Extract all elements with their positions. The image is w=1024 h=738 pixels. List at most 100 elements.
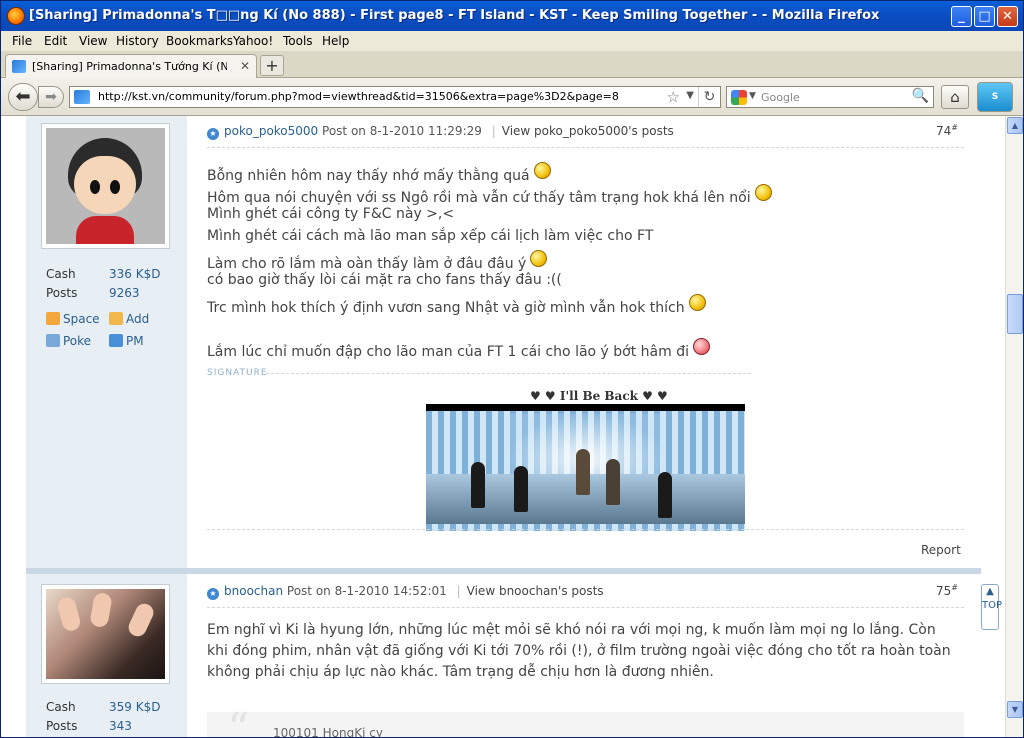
forward-button[interactable]: ➡ [38, 86, 64, 108]
avatar-photo-image [46, 589, 165, 679]
url-text[interactable]: http://kst.vn/community/forum.php?mod=vi… [98, 90, 619, 103]
post-message: Em nghĩ vì Ki là hyung lớn, những lúc mệ… [207, 622, 951, 680]
signature-banner-image [426, 404, 745, 531]
header-divider [207, 147, 964, 148]
scroll-thumb[interactable] [1007, 294, 1023, 334]
posts-value[interactable]: 343 [109, 719, 132, 733]
emoticon-icon [688, 294, 706, 311]
floor-number[interactable]: 74# [936, 123, 958, 138]
post-footer-divider [207, 529, 964, 530]
tab-close-icon[interactable]: ✕ [240, 59, 250, 73]
view-author-posts-link[interactable]: View poko_poko5000's posts [502, 124, 674, 138]
back-to-top-button[interactable]: ▲ TOP [981, 584, 1002, 630]
menu-edit[interactable]: Edit [44, 34, 67, 48]
site-favicon-icon [12, 60, 26, 73]
search-bar[interactable]: ▼ Google 🔍 [726, 86, 934, 108]
handshake-icon [109, 312, 123, 325]
cash-label: Cash [46, 700, 76, 714]
search-placeholder[interactable]: Google [761, 91, 800, 104]
posts-label: Posts [46, 286, 78, 300]
pm-link[interactable]: PM [109, 334, 144, 348]
post-time: Post on 8-1-2010 14:52:01 [286, 584, 447, 598]
reload-icon[interactable]: ↻ [698, 87, 720, 107]
online-status-icon: ★ [207, 128, 219, 140]
online-status-icon: ★ [207, 588, 219, 600]
signature-title: ♥ ♥ I'll Be Back ♥ ♥ [530, 389, 668, 403]
header-divider [207, 607, 964, 608]
message-line: Lắm lúc chỉ muốn đập cho lão man của FT … [207, 338, 710, 360]
post-separator [26, 568, 981, 574]
view-author-posts-link[interactable]: View bnoochan's posts [467, 584, 604, 598]
signature-divider [266, 373, 751, 374]
message-line: Bỗng nhiên hôm nay thấy nhớ mấy thằng qu… [207, 162, 551, 184]
home-icon [46, 312, 60, 325]
signature-label: SIGNATURE [207, 368, 268, 378]
cash-label: Cash [46, 267, 76, 281]
google-engine-icon[interactable] [731, 90, 747, 105]
post-header: ★ poko_poko5000 Post on 8-1-2010 11:29:29… [207, 124, 674, 140]
posts-label: Posts [46, 719, 78, 733]
post-time: Post on 8-1-2010 11:29:29 [322, 124, 482, 138]
site-identity-icon[interactable] [74, 90, 90, 104]
new-tab-button[interactable]: + [260, 55, 284, 76]
skype-toolbar-button[interactable]: S [977, 82, 1013, 112]
quote-text: 100101 HongKi cy [273, 726, 383, 738]
vertical-scrollbar[interactable]: ▲ ▼ [1005, 116, 1023, 737]
author-link[interactable]: poko_poko5000 [224, 124, 318, 138]
maximize-button[interactable]: □ [974, 6, 995, 27]
add-friend-link[interactable]: Add [109, 312, 149, 326]
tab-current[interactable]: [Sharing] Primadonna's Tướng Kí (No 888)… [5, 54, 257, 78]
menu-tools[interactable]: Tools [283, 34, 313, 48]
avatar[interactable] [41, 123, 170, 249]
menu-bookmarks[interactable]: Bookmarks [166, 34, 233, 48]
page-viewport: Cash 336 K$D Posts 9263 Space Add Poke P… [1, 116, 1005, 738]
quote-icon: “ [227, 704, 250, 738]
title-bar: [Sharing] Primadonna's T□□ng Kí (No 888)… [1, 1, 1023, 31]
close-button[interactable]: ✕ [997, 6, 1018, 27]
message-line: Mình ghét cái cách mà lão man sắp xếp cá… [207, 228, 654, 244]
floor-number[interactable]: 75# [936, 583, 958, 598]
menu-view[interactable]: View [79, 34, 107, 48]
emoticon-icon [754, 184, 772, 201]
search-icon[interactable]: 🔍 [912, 88, 929, 104]
poke-link[interactable]: Poke [46, 334, 91, 348]
avatar-cartoon-image [46, 128, 165, 244]
browser-window: [Sharing] Primadonna's T□□ng Kí (No 888)… [0, 0, 1024, 738]
quote-block: “ 100101 HongKi cy [207, 704, 964, 738]
message-line: Hôm qua nói chuyện với ss Ngô rồi mà vẫn… [207, 184, 772, 206]
author-link[interactable]: bnoochan [224, 584, 283, 598]
back-button[interactable]: ⬅ [8, 83, 38, 111]
emoticon-icon [530, 250, 548, 267]
mail-icon [109, 334, 123, 347]
space-link[interactable]: Space [46, 312, 100, 326]
window-title: [Sharing] Primadonna's T□□ng Kí (No 888)… [29, 8, 880, 23]
home-button[interactable]: ⌂ [941, 85, 969, 109]
tab-strip: [Sharing] Primadonna's Tướng Kí (No 888)… [1, 51, 1023, 78]
avatar[interactable] [41, 584, 170, 684]
menu-bar: File Edit View History Bookmarks Yahoo! … [1, 31, 1023, 51]
posts-value[interactable]: 9263 [109, 286, 140, 300]
menu-yahoo[interactable]: Yahoo! [233, 34, 273, 48]
tab-label: [Sharing] Primadonna's Tướng Kí (No 888)… [32, 60, 227, 73]
engine-dropdown-icon[interactable]: ▼ [749, 91, 756, 101]
scroll-down-arrow-icon[interactable]: ▼ [1007, 701, 1023, 718]
emoticon-icon [533, 162, 551, 179]
navigation-toolbar: ⬅ ➡ http://kst.vn/community/forum.php?mo… [1, 78, 1023, 116]
menu-file[interactable]: File [12, 34, 32, 48]
address-bar[interactable]: http://kst.vn/community/forum.php?mod=vi… [69, 86, 721, 108]
poke-icon [46, 334, 60, 347]
menu-history[interactable]: History [116, 34, 159, 48]
post-header: ★ bnoochan Post on 8-1-2010 14:52:01 | Vie… [207, 584, 604, 600]
report-link[interactable]: Report [921, 543, 961, 557]
minimize-button[interactable]: _ [951, 6, 972, 27]
bookmark-star-icon[interactable]: ☆ [667, 88, 680, 106]
message-line: Làm cho rõ lắm mà oàn thấy làm ở đâu đâu… [207, 250, 548, 272]
message-line: Mình ghét cái công ty F&C này >,< [207, 206, 455, 222]
menu-help[interactable]: Help [322, 34, 349, 48]
angry-emoticon-icon [693, 338, 710, 355]
message-line: Trc mình hok thích ý định vươn sang Nhật… [207, 294, 706, 316]
message-line: có bao giờ thấy lòi cái mặt ra cho fans … [207, 272, 562, 288]
cash-value: 336 K$D [109, 267, 161, 281]
scroll-up-arrow-icon[interactable]: ▲ [1007, 117, 1023, 134]
history-dropdown-icon[interactable]: ▼ [686, 90, 694, 101]
